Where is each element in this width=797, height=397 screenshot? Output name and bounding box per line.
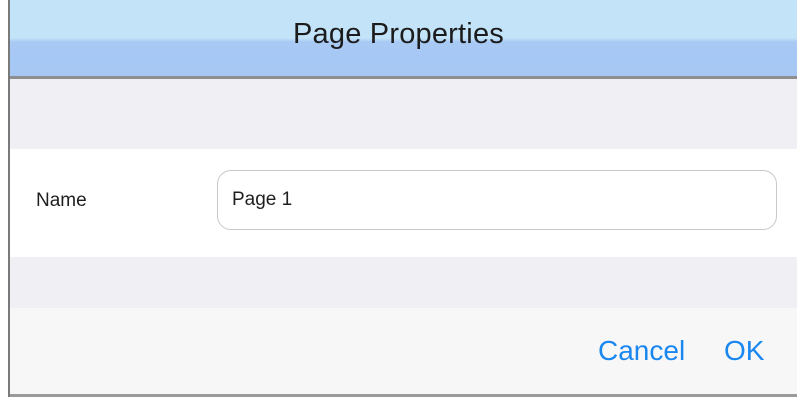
dialog-spacer-top — [10, 79, 797, 149]
name-field[interactable] — [217, 170, 777, 230]
name-row: Name — [10, 149, 797, 257]
dialog-title: Page Properties — [293, 18, 504, 50]
page-properties-dialog: Name Cancel OK — [10, 0, 797, 397]
dialog-spacer-bottom — [10, 257, 797, 308]
name-label: Name — [36, 190, 87, 211]
ok-button[interactable]: OK — [724, 335, 764, 367]
window-left-edge — [0, 0, 10, 397]
cancel-button[interactable]: Cancel — [598, 335, 685, 367]
dialog-footer: Cancel OK — [10, 308, 797, 397]
